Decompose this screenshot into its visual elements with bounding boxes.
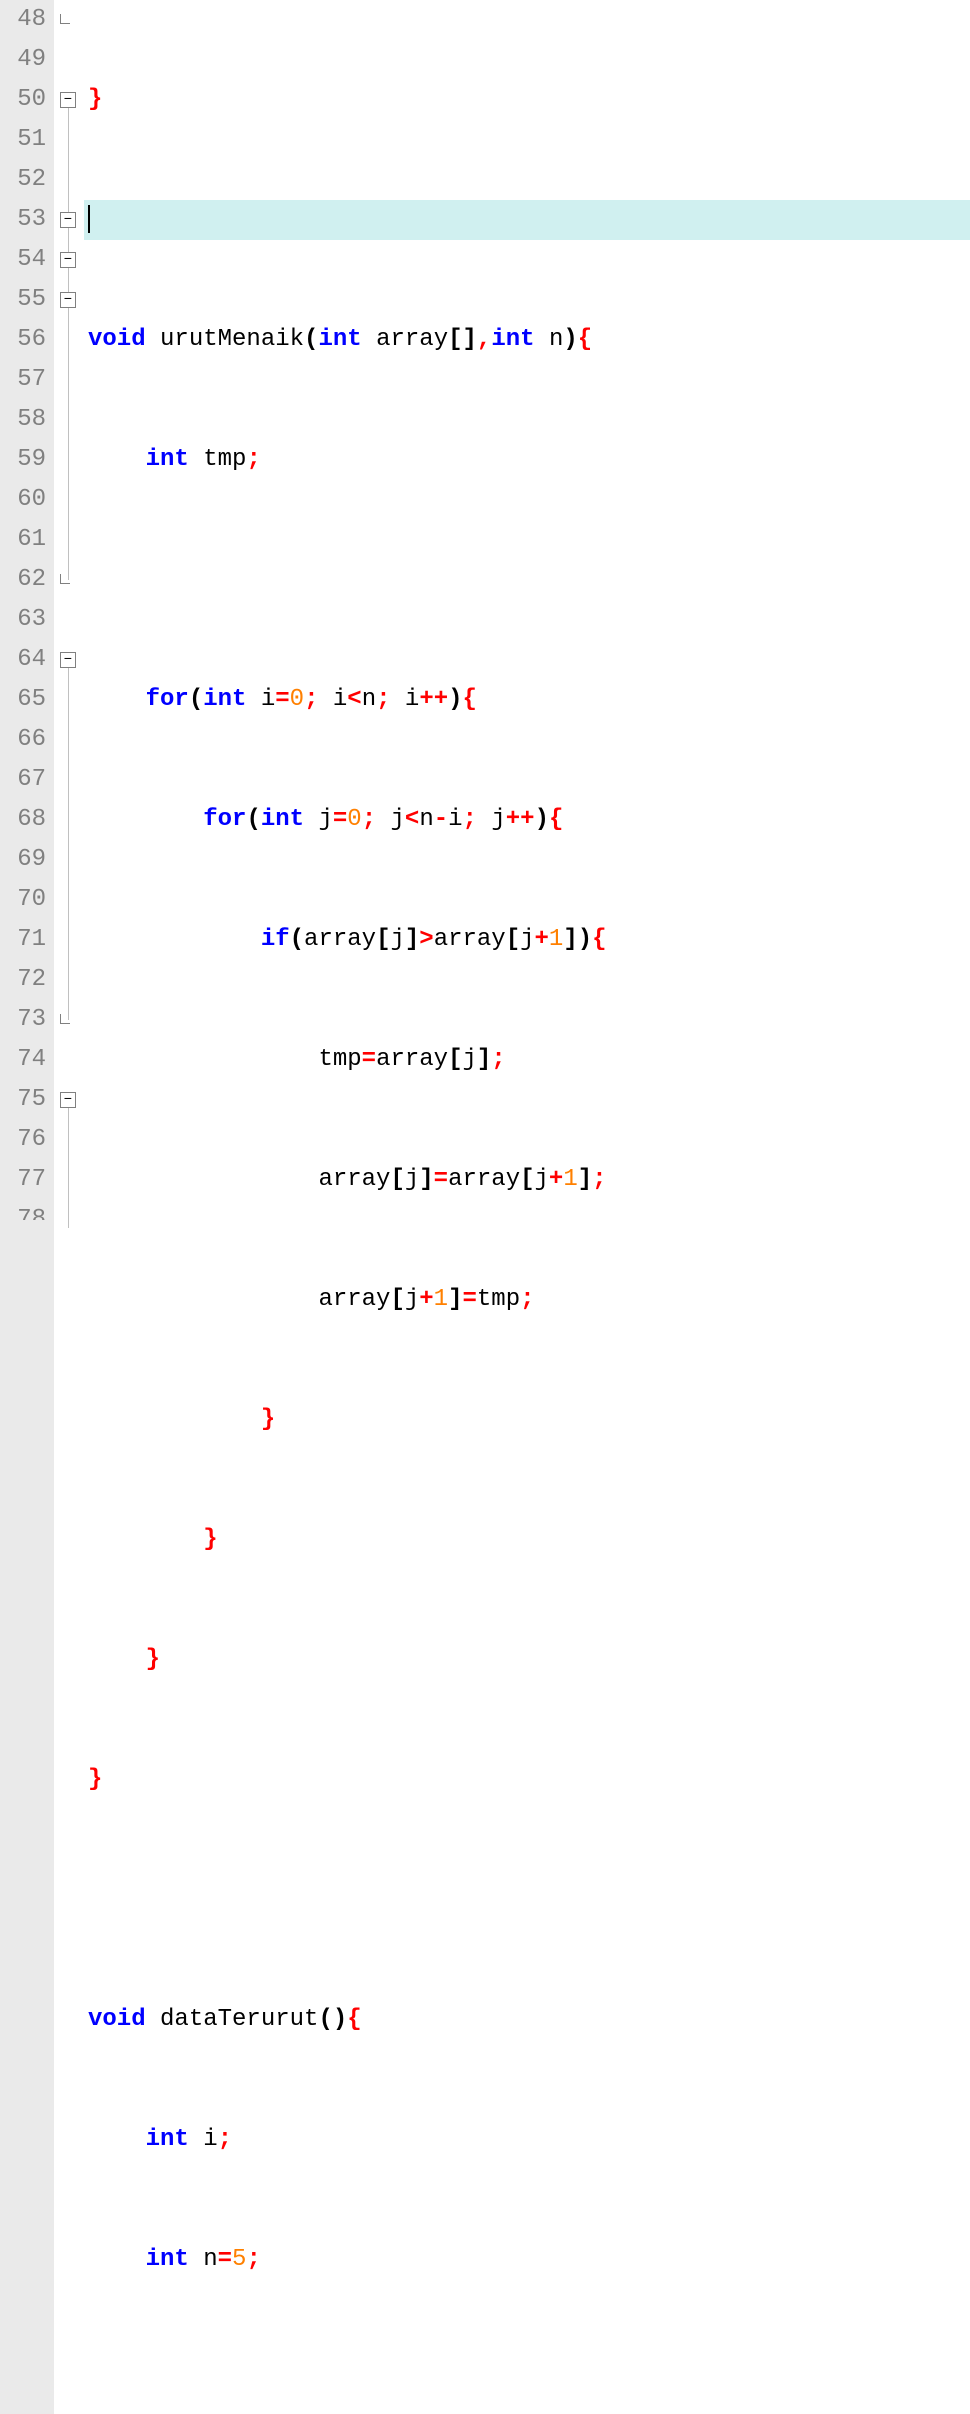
line-number: 59: [4, 440, 46, 480]
line-number: 76: [4, 1120, 46, 1160]
line-number: 77: [4, 1160, 46, 1200]
code-line[interactable]: void dataTerurut(){: [84, 2000, 970, 2040]
fold-toggle-icon[interactable]: −: [60, 292, 76, 308]
code-line[interactable]: int n=5;: [84, 2240, 970, 2280]
line-number: 66: [4, 720, 46, 760]
code-line[interactable]: array[j+1]=tmp;: [84, 1280, 970, 1320]
fold-end-icon: [60, 574, 70, 584]
line-number: 75: [4, 1080, 46, 1120]
line-number: 67: [4, 760, 46, 800]
line-number: 60: [4, 480, 46, 520]
line-number: 73: [4, 1000, 46, 1040]
text-cursor-icon: [88, 205, 90, 233]
code-line[interactable]: }: [84, 1400, 970, 1440]
fold-end-icon: [60, 14, 70, 24]
fold-toggle-icon[interactable]: −: [60, 92, 76, 108]
code-editor[interactable]: 48 49 50 51 52 53 54 55 56 57 58 59 60 6…: [0, 0, 970, 2414]
line-number: 63: [4, 600, 46, 640]
line-number: 50: [4, 80, 46, 120]
line-number: 52: [4, 160, 46, 200]
line-number: 70: [4, 880, 46, 920]
code-line[interactable]: for(int i=0; i<n; i++){: [84, 680, 970, 720]
code-line[interactable]: }: [84, 80, 970, 120]
fold-toggle-icon[interactable]: −: [60, 252, 76, 268]
line-number: 58: [4, 400, 46, 440]
fold-toggle-icon[interactable]: −: [60, 1092, 76, 1108]
code-line[interactable]: tmp=array[j];: [84, 1040, 970, 1080]
line-number: 56: [4, 320, 46, 360]
line-number: 53: [4, 200, 46, 240]
fold-toggle-icon[interactable]: −: [60, 652, 76, 668]
code-line[interactable]: [84, 1880, 970, 1920]
line-number: 72: [4, 960, 46, 1000]
code-line[interactable]: }: [84, 1760, 970, 1800]
line-number: 64: [4, 640, 46, 680]
line-number: 74: [4, 1040, 46, 1080]
code-line[interactable]: [84, 200, 970, 240]
line-number: 68: [4, 800, 46, 840]
code-line[interactable]: void urutMenaik(int array[],int n){: [84, 320, 970, 360]
line-number: 57: [4, 360, 46, 400]
code-line[interactable]: [84, 560, 970, 600]
code-line[interactable]: for(int j=0; j<n-i; j++){: [84, 800, 970, 840]
code-line[interactable]: int i;: [84, 2120, 970, 2160]
line-number: 65: [4, 680, 46, 720]
line-number: 49: [4, 40, 46, 80]
code-line[interactable]: array[j]=array[j+1];: [84, 1160, 970, 1200]
line-number: 54: [4, 240, 46, 280]
line-number: 61: [4, 520, 46, 560]
code-area[interactable]: } void urutMenaik(int array[],int n){ in…: [84, 0, 970, 2414]
line-number: 71: [4, 920, 46, 960]
fold-toggle-icon[interactable]: −: [60, 212, 76, 228]
line-number: 51: [4, 120, 46, 160]
line-number: 69: [4, 840, 46, 880]
fold-end-icon: [60, 1014, 70, 1024]
code-line[interactable]: int tmp;: [84, 440, 970, 480]
line-number: 55: [4, 280, 46, 320]
line-number: 62: [4, 560, 46, 600]
line-number: 78: [4, 1200, 46, 1220]
code-line[interactable]: }: [84, 1640, 970, 1680]
fold-column: − − − − − −: [54, 0, 84, 2414]
code-line[interactable]: }: [84, 1520, 970, 1560]
code-line[interactable]: if(array[j]>array[j+1]){: [84, 920, 970, 960]
code-line[interactable]: [84, 2360, 970, 2400]
line-number: 48: [4, 0, 46, 40]
line-number-gutter: 48 49 50 51 52 53 54 55 56 57 58 59 60 6…: [0, 0, 54, 2414]
